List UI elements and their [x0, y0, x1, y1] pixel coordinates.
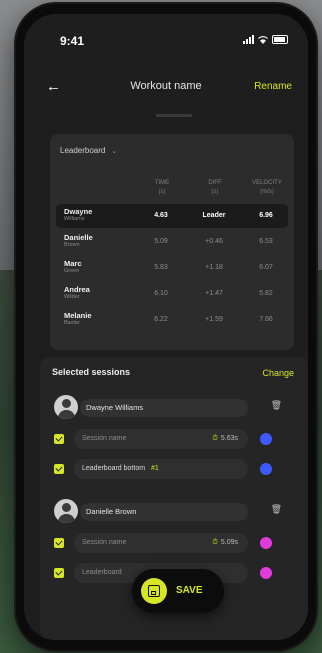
session-label: Leaderboard — [82, 569, 122, 576]
color-dot[interactable] — [260, 567, 272, 579]
session-row[interactable]: Session name ⏱ 5.09s — [54, 533, 286, 553]
athlete-header[interactable]: Dwayne Williams 🗑 — [54, 395, 286, 421]
leaderboard-card: Leaderboard ⌄ TIME (s) DIFF (s) VELOCITY (m… — [50, 134, 294, 350]
time-value: 5.09 — [154, 238, 168, 245]
color-dot[interactable] — [260, 463, 272, 475]
session-pill[interactable]: Leaderboard bottom #1 — [74, 459, 248, 479]
column-header-diff: DIFF (s) — [208, 180, 222, 195]
velocity-value: 6.53 — [259, 238, 273, 245]
chevron-down-icon: ⌄ — [111, 147, 118, 155]
status-bar: 9:41 — [24, 14, 308, 54]
nav-bar: ← Workout name Rename — [24, 76, 308, 100]
diff-value: +1.18 — [205, 264, 223, 271]
leaderboard-dropdown[interactable]: Leaderboard ⌄ — [60, 146, 117, 155]
diff-value: +1.47 — [205, 290, 223, 297]
session-label: Leaderboard bottom — [82, 465, 146, 472]
battery-icon — [272, 35, 288, 44]
velocity-value: 7.66 — [259, 316, 273, 323]
velocity-value: 5.82 — [259, 290, 273, 297]
checkbox[interactable] — [54, 464, 64, 474]
column-header-time: TIME (s) — [154, 180, 170, 195]
diff-value: +1.59 — [205, 316, 223, 323]
stopwatch-icon: ⏱ — [212, 435, 218, 442]
leaderboard-row: Danielle Brown 5.09 +0.46 6.53 — [56, 230, 288, 254]
sheet-handle[interactable] — [156, 114, 192, 117]
checkbox[interactable] — [54, 538, 64, 548]
athlete-name: Danielle Brown — [80, 503, 248, 521]
athlete-first-name: Dwayne — [64, 207, 93, 216]
session-row[interactable]: Session name ⏱ 5.63s — [54, 429, 286, 449]
athlete-last-name: Brown — [64, 242, 80, 248]
time-value: 6.22 — [154, 316, 168, 323]
athlete-first-name: Andrea — [64, 285, 90, 294]
leaderboard-row: Melanie Baxter 6.22 +1.59 7.66 — [56, 308, 288, 332]
phone-frame: 9:41 ← Workout name Rename Leaderboard ⌄ — [16, 4, 316, 650]
checkbox[interactable] — [54, 568, 64, 578]
trash-icon[interactable]: 🗑 — [271, 400, 282, 411]
checkbox[interactable] — [54, 434, 64, 444]
diff-value: +0.46 — [205, 238, 223, 245]
session-duration: ⏱ 5.63s — [212, 435, 238, 442]
leaderboard-dropdown-label: Leaderboard — [60, 146, 106, 155]
session-label: Session name — [82, 435, 127, 442]
change-button[interactable]: Change — [262, 368, 294, 378]
sessions-title: Selected sessions — [52, 367, 131, 377]
session-tag: #1 — [151, 465, 159, 472]
color-dot[interactable] — [260, 433, 272, 445]
trash-icon[interactable]: 🗑 — [271, 504, 282, 515]
diff-value: Leader — [202, 212, 226, 219]
velocity-value: 6.07 — [259, 264, 273, 271]
time-value: 4.63 — [154, 212, 168, 219]
athlete-last-name: Williams — [64, 216, 85, 222]
athlete-first-name: Danielle — [64, 233, 93, 242]
session-pill[interactable]: Session name ⏱ 5.63s — [74, 429, 248, 449]
status-icons — [243, 35, 288, 44]
wifi-icon — [258, 36, 268, 44]
floppy-disk-icon — [141, 578, 167, 604]
athlete-last-name: Baxter — [64, 320, 80, 326]
save-button[interactable]: SAVE — [132, 569, 224, 613]
rename-button[interactable]: Rename — [254, 81, 292, 92]
save-label: SAVE — [176, 585, 203, 596]
avatar — [54, 395, 78, 419]
color-dot[interactable] — [260, 537, 272, 549]
session-row[interactable]: Leaderboard bottom #1 — [54, 459, 286, 479]
athlete-header[interactable]: Danielle Brown 🗑 — [54, 499, 286, 525]
session-duration: ⏱ 5.09s — [212, 539, 238, 546]
velocity-value: 6.96 — [259, 212, 273, 219]
session-pill[interactable]: Session name ⏱ 5.09s — [74, 533, 248, 553]
status-time: 9:41 — [60, 34, 85, 48]
leaderboard-row: Andrea Wilder 6.10 +1.47 5.82 — [56, 282, 288, 306]
athlete-first-name: Marc — [64, 259, 82, 268]
athlete-first-name: Melanie — [64, 311, 92, 320]
leaderboard-row: Dwayne Williams 4.63 Leader 6.96 — [56, 204, 288, 228]
time-value: 5.83 — [154, 264, 168, 271]
athlete-last-name: Wilder — [64, 294, 80, 300]
leaderboard-row: Marc Green 5.83 +1.18 6.07 — [56, 256, 288, 280]
signal-icon — [243, 35, 254, 44]
athlete-last-name: Green — [64, 268, 80, 274]
time-value: 6.10 — [154, 290, 168, 297]
column-header-velocity: VELOCITY (m/s) — [252, 180, 282, 195]
avatar — [54, 499, 78, 523]
session-label: Session name — [82, 539, 127, 546]
phone-screen: 9:41 ← Workout name Rename Leaderboard ⌄ — [24, 14, 308, 640]
stopwatch-icon: ⏱ — [212, 539, 218, 546]
athlete-name: Dwayne Williams — [80, 399, 248, 417]
